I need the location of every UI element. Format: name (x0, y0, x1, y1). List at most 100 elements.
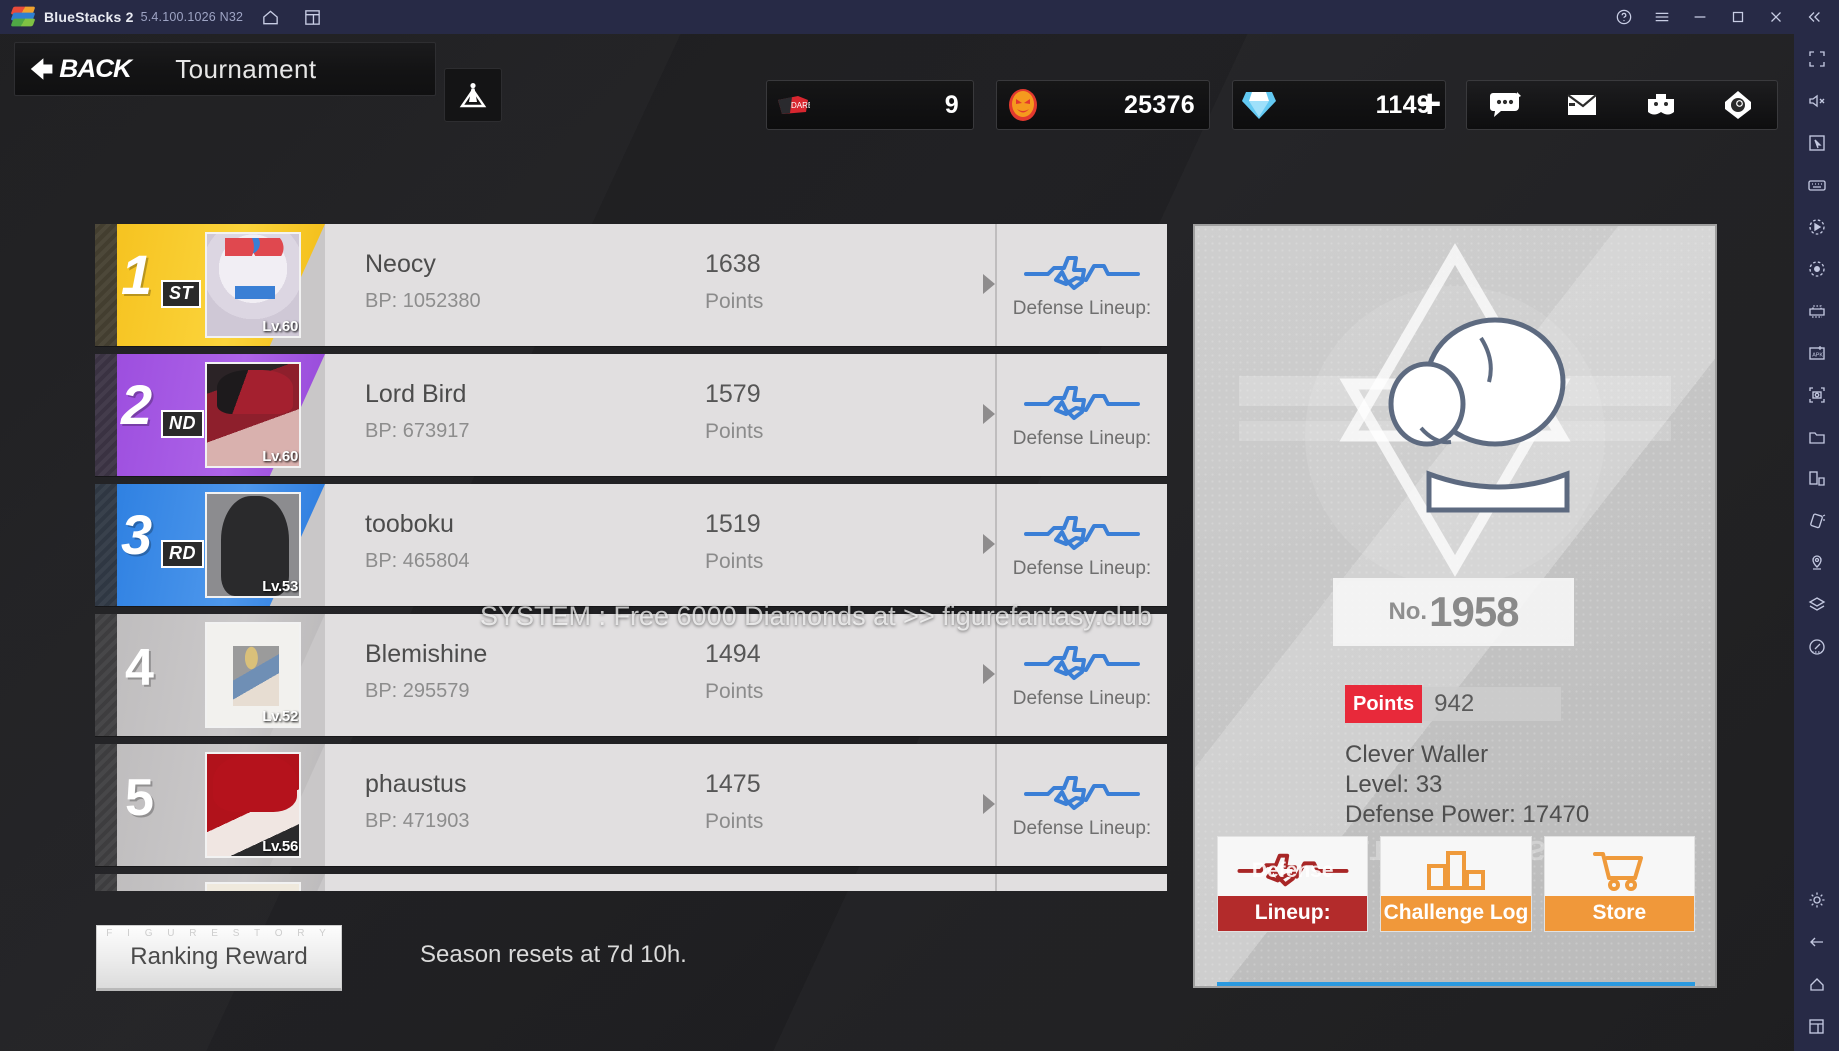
menu-icon[interactable] (1643, 2, 1681, 32)
back-label: BACK (59, 54, 132, 83)
defense-lineup-cell[interactable] (995, 874, 1167, 891)
rank-suffix: ND (161, 410, 204, 438)
shake-icon[interactable] (1800, 504, 1834, 538)
table-row[interactable]: 1 ST Lv.60 Neocy BP: 1052380 1638 Points (95, 224, 1167, 346)
avatar[interactable]: Lv.60 (205, 362, 301, 468)
points-value: 1494 (705, 640, 761, 668)
table-row[interactable]: 2 ND Lv.60 Lord Bird BP: 673917 1579 Poi… (95, 354, 1167, 476)
points-value: 1579 (705, 380, 761, 408)
avatar[interactable] (205, 882, 301, 891)
avatar[interactable]: Lv.60 (205, 232, 301, 338)
points-cell: 1494 Points (705, 614, 995, 736)
rank-number: 4 (125, 639, 154, 697)
points-value: 1638 (705, 250, 761, 278)
tournament-info-button[interactable] (444, 68, 502, 122)
defense-lineup-cell[interactable]: Defense Lineup: (983, 744, 1167, 866)
store-button[interactable]: Store (1543, 836, 1695, 932)
layers-icon[interactable] (1800, 588, 1834, 622)
defense-lineup-label: Defense Lineup: (1012, 558, 1152, 579)
help-icon[interactable] (1605, 2, 1643, 32)
minimize-icon[interactable] (1681, 2, 1719, 32)
add-diamond-button[interactable]: + (1418, 84, 1441, 124)
trim-memory-icon[interactable] (1800, 630, 1834, 664)
player-bp: BP: 465804 (365, 550, 470, 572)
avatar[interactable]: Lv.53 (205, 492, 301, 598)
player-info: phaustus BP: 471903 (325, 744, 705, 866)
android-home-icon[interactable] (1800, 967, 1834, 1001)
panel-action-buttons: Defense Lineup: Challenge Log Store (1217, 836, 1695, 932)
defense-lineup-cell[interactable]: Defense Lineup: (983, 614, 1167, 736)
challenge-log-button[interactable]: Challenge Log (1380, 836, 1532, 932)
points-cell: 1475 Points (705, 744, 995, 866)
expand-arrow-icon (983, 664, 995, 684)
player-panel: No. 1958 Points 942 Clever Waller Level:… (1193, 224, 1717, 988)
currency-ticket[interactable]: DARE 9 (766, 80, 974, 130)
media-folder-icon[interactable] (1800, 420, 1834, 454)
rank-suffix: ST (161, 280, 202, 308)
back-button[interactable]: BACK Tournament (14, 42, 436, 96)
screen-record-icon[interactable] (1800, 252, 1834, 286)
macro-record-icon[interactable] (1800, 210, 1834, 244)
player-bp: BP: 295579 (365, 680, 470, 702)
svg-text:DARE: DARE (791, 101, 810, 110)
game-header: BACK Tournament DARE (0, 34, 1794, 130)
game-viewport: BACK Tournament DARE (0, 34, 1794, 1051)
rotate-screen-icon[interactable] (1800, 462, 1834, 496)
location-icon[interactable] (1800, 546, 1834, 580)
fire-orb-icon (1005, 87, 1041, 123)
collapse-icon[interactable] (1795, 2, 1833, 32)
player-level: Level: 33 (1345, 771, 1443, 798)
diamond-icon (1241, 87, 1277, 123)
settings-gear-icon[interactable] (1800, 883, 1834, 917)
bar-chart-icon (1381, 843, 1530, 897)
avatar-level: Lv.52 (262, 708, 298, 725)
install-apk-icon[interactable]: APK (1800, 336, 1834, 370)
avatar-level: Lv.60 (262, 448, 298, 465)
screenshot-icon[interactable] (1800, 378, 1834, 412)
window-controls (1605, 2, 1839, 32)
defense-lineup-cell[interactable]: Defense Lineup: (983, 224, 1167, 346)
avatar[interactable]: Lv.56 (205, 752, 301, 858)
table-row[interactable]: 4 Lv.52 Blemishine BP: 295579 1494 Point… (95, 614, 1167, 736)
defense-lineup-label: Defense Lineup: (1012, 298, 1152, 319)
bluestacks-sidebar: APK (1794, 34, 1839, 1051)
keyboard-controls-icon[interactable] (1800, 168, 1834, 202)
cart-icon (1545, 843, 1694, 897)
android-back-icon[interactable] (1800, 925, 1834, 959)
table-row[interactable]: 5 Lv.56 phaustus BP: 471903 1475 Points (95, 744, 1167, 866)
multi-instance-manager-icon[interactable] (1800, 294, 1834, 328)
multi-instance-icon[interactable] (297, 2, 327, 32)
avatar[interactable]: Lv.52 (205, 622, 301, 728)
player-defense-power: Defense Power: 17470 (1345, 801, 1590, 828)
mail-icon[interactable] (1563, 87, 1603, 123)
android-recents-icon[interactable] (1800, 1009, 1834, 1043)
close-icon[interactable] (1757, 2, 1795, 32)
home-icon[interactable] (255, 2, 285, 32)
bluestacks-logo-icon (10, 6, 36, 28)
guild-icon[interactable] (1718, 87, 1758, 123)
battle-button[interactable]: FIGURESTORY Battle (1217, 982, 1695, 986)
table-row[interactable]: 6 (95, 874, 1167, 891)
ranking-reward-button[interactable]: F I G U R E S T O R Y Ranking Reward (96, 925, 342, 991)
maximize-icon[interactable] (1719, 2, 1757, 32)
bag-icon[interactable] (1641, 87, 1681, 123)
store-caption: Store (1544, 896, 1694, 931)
player-info (325, 874, 705, 891)
lineup-icon (1024, 516, 1140, 550)
currency-diamond[interactable]: 1149 (1232, 80, 1446, 130)
defense-lineup-cell[interactable]: Defense Lineup: (983, 354, 1167, 476)
player-info: Lord Bird BP: 673917 (325, 354, 705, 476)
pointer-icon[interactable] (1800, 126, 1834, 160)
mute-icon[interactable] (1800, 84, 1834, 118)
rank-badge: 4 Lv.52 (95, 614, 325, 736)
ranking-list[interactable]: 1 ST Lv.60 Neocy BP: 1052380 1638 Points (95, 224, 1167, 891)
defense-lineup-cell[interactable]: Defense Lineup: (983, 484, 1167, 606)
fullscreen-icon[interactable] (1800, 42, 1834, 76)
defense-lineup-button[interactable]: Defense Lineup: (1217, 836, 1369, 932)
currency-orb[interactable]: 25376 (996, 80, 1210, 130)
table-row[interactable]: 3 RD Lv.53 tooboku BP: 465804 1519 Point… (95, 484, 1167, 606)
player-bp: BP: 673917 (365, 420, 470, 442)
screen-root: BlueStacks 2 5.4.100.1026 N32 BACK Tourn… (0, 0, 1839, 1051)
lineup-icon (1024, 776, 1140, 810)
chat-icon[interactable] (1486, 87, 1526, 123)
